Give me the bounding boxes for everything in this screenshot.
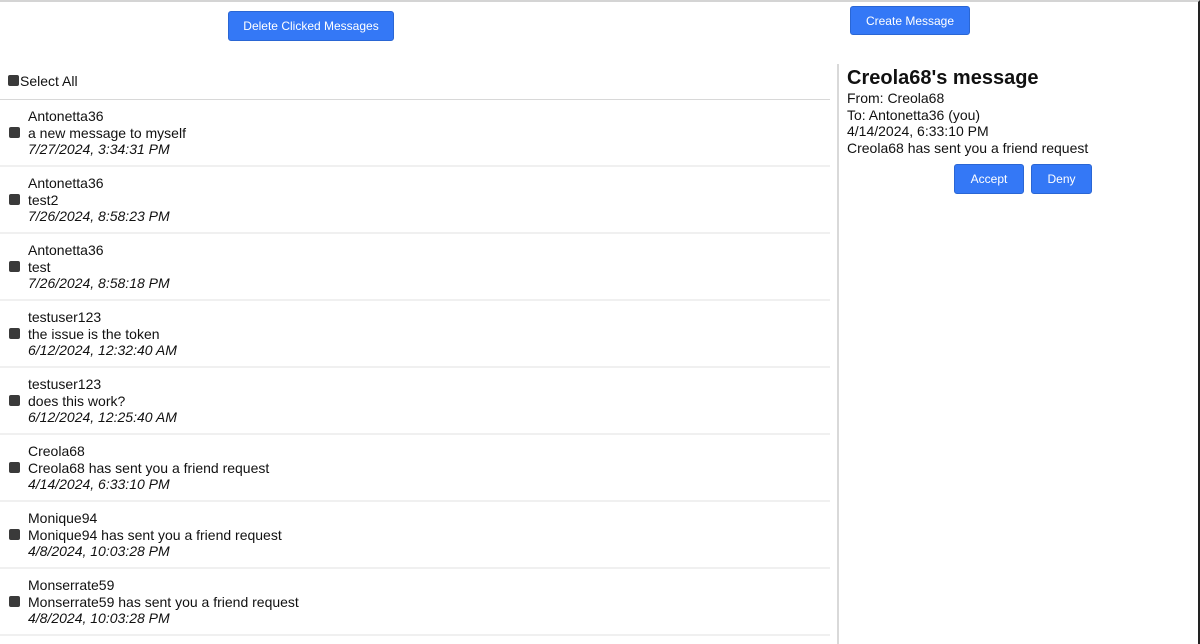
delete-clicked-messages-button[interactable]: Delete Clicked Messages [228,11,394,41]
message-checkbox[interactable] [9,596,20,607]
message-date: 7/26/2024, 8:58:18 PM [28,275,170,291]
message-body: Monique94 has sent you a friend request [28,526,282,543]
message-body: a new message to myself [28,124,186,141]
message-date: 7/27/2024, 3:34:31 PM [28,141,170,157]
detail-from: From: Creola68 [847,90,945,106]
message-list-item[interactable]: testuser123 does this work? 6/12/2024, 1… [0,368,830,435]
message-body: the issue is the token [28,325,160,342]
detail-body: Creola68 has sent you a friend request [847,139,1089,156]
accept-button[interactable]: Accept [954,164,1024,194]
message-body: Monserrate59 has sent you a friend reque… [28,593,299,610]
detail-to: To: Antonetta36 (you) [847,106,981,123]
panel-divider [837,64,839,644]
message-sender: Antonetta36 [28,242,104,258]
detail-date: 4/14/2024, 6:33:10 PM [847,123,989,139]
message-list-item[interactable]: Monserrate59 Monserrate59 has sent you a… [0,569,830,636]
message-sender: Monique94 [28,510,98,526]
message-date: 4/8/2024, 10:03:28 PM [28,543,170,559]
message-list-item[interactable]: testuser123 the issue is the token 6/12/… [0,301,830,368]
message-body: Creola68 has sent you a friend request [28,459,270,476]
select-all-checkbox[interactable] [8,75,19,86]
message-list-item[interactable]: Antonetta36 a new message to myself 7/27… [0,100,830,167]
message-date: 6/12/2024, 12:32:40 AM [28,342,177,358]
message-list-item[interactable]: Antonetta36 test 7/26/2024, 8:58:18 PM [0,234,830,301]
deny-button[interactable]: Deny [1031,164,1092,194]
message-date: 7/26/2024, 8:58:23 PM [28,208,170,224]
create-message-button[interactable]: Create Message [850,6,970,35]
message-checkbox[interactable] [9,261,20,272]
message-list-item[interactable]: Creola68 Creola68 has sent you a friend … [0,435,830,502]
message-sender: Creola68 [28,443,85,459]
message-detail-panel: Creola68's message From: Creola68 To: An… [847,66,1187,204]
message-date: 4/14/2024, 6:33:10 PM [28,476,170,492]
message-checkbox[interactable] [9,127,20,138]
message-checkbox[interactable] [9,529,20,540]
detail-title: Creola68's message [847,67,1039,89]
message-date: 6/12/2024, 12:25:40 AM [28,409,177,425]
message-list-panel: Select All Antonetta36 a new message to … [0,62,830,636]
message-checkbox[interactable] [9,395,20,406]
message-sender: Antonetta36 [28,108,104,124]
message-sender: testuser123 [28,309,102,325]
message-checkbox[interactable] [9,194,20,205]
message-date: 4/8/2024, 10:03:28 PM [28,610,170,626]
message-list-item[interactable]: Antonetta36 test2 7/26/2024, 8:58:23 PM [0,167,830,234]
message-checkbox[interactable] [9,462,20,473]
message-list-item[interactable]: Monique94 Monique94 has sent you a frien… [0,502,830,569]
message-sender: Antonetta36 [28,175,104,191]
select-all-label: Select All [20,72,78,89]
select-all-row[interactable]: Select All [0,62,830,100]
message-sender: Monserrate59 [28,577,115,593]
message-body: test2 [28,191,59,208]
detail-actions: Accept Deny [847,164,1187,204]
message-body: test [28,258,51,275]
message-checkbox[interactable] [9,328,20,339]
message-body: does this work? [28,392,126,409]
message-sender: testuser123 [28,376,102,392]
